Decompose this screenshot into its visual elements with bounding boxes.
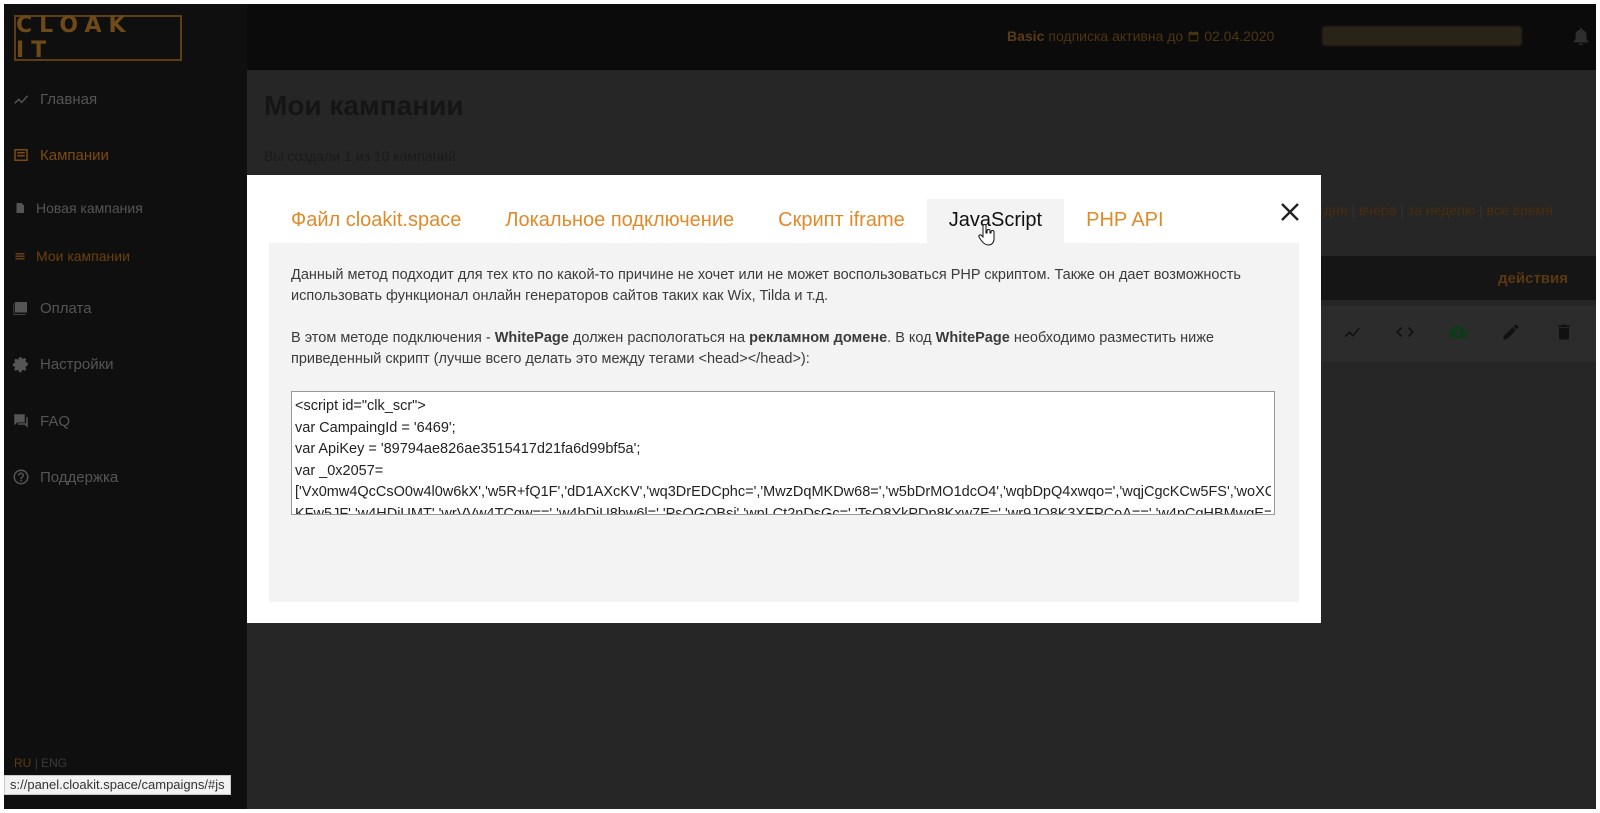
top-bar: Basic подписка активна до 02.04.2020 (247, 4, 1596, 70)
sidebar-item-label: FAQ (40, 412, 71, 430)
tab-iframe-script[interactable]: Скрипт iframe (756, 199, 927, 243)
tab-php-api[interactable]: PHP API (1064, 199, 1185, 243)
subscription-text: подписка активна до (1048, 28, 1184, 44)
subscription-status: Basic подписка активна до 02.04.2020 (1007, 28, 1274, 44)
text-bold: WhitePage (494, 330, 569, 346)
user-menu[interactable] (1322, 26, 1522, 46)
sidebar-item-home[interactable]: Главная (12, 90, 97, 108)
sidebar-item-settings[interactable]: Настройки (12, 355, 114, 373)
status-bar-url: s://panel.cloakit.space/campaigns/#js (4, 775, 231, 795)
lang-ru[interactable]: RU (14, 756, 31, 770)
sidebar-item-payment[interactable]: Оплата (12, 299, 92, 317)
integration-modal: Файл cloakit.space Локальное подключение… (247, 175, 1321, 623)
file-icon (16, 203, 24, 213)
cloud-upload-icon[interactable] (1448, 322, 1468, 347)
code-line: var CampaingId = '6469'; (295, 419, 456, 436)
delete-icon[interactable] (1554, 322, 1574, 347)
stats-icon[interactable] (1342, 322, 1362, 347)
modal-tabs: Файл cloakit.space Локальное подключение… (269, 199, 1186, 243)
separator: | (1479, 202, 1487, 218)
sidebar-item-label: Поддержка (40, 468, 119, 486)
range-week[interactable]: за неделю (1408, 202, 1475, 218)
sidebar-item-new-campaign[interactable]: Новая кампания (14, 200, 143, 216)
chat-icon (14, 414, 28, 428)
payment-icon (13, 302, 27, 315)
app-window: CLOAK IT Главная Кампании Новая кампания… (4, 4, 1596, 809)
sidebar-item-label: Настройки (40, 355, 114, 373)
code-line: var ApiKey = '89794ae826ae3515417d21fa6d… (295, 441, 641, 457)
calendar-icon (1188, 30, 1199, 41)
sidebar-item-label: Кампании (40, 146, 109, 164)
chart-line-icon (14, 95, 29, 104)
text-segment: В этом методе подключения - (291, 330, 495, 346)
tab-cloakit-file[interactable]: Файл cloakit.space (269, 199, 483, 243)
close-button[interactable] (1277, 199, 1303, 225)
text-bold: WhitePage (935, 330, 1010, 346)
plan-name: Basic (1007, 28, 1045, 44)
logo[interactable]: CLOAK IT (14, 13, 182, 63)
range-today[interactable]: дня (1324, 202, 1347, 218)
code-line: var _0x2057= (295, 462, 384, 479)
instructions-text: В этом методе подключения - WhitePage до… (291, 328, 1277, 370)
campaign-row-actions (1320, 306, 1596, 362)
tab-local-connection[interactable]: Локальное подключение (483, 199, 756, 243)
script-code-textarea[interactable]: <script id="clk_scr"> var CampaingId = '… (291, 391, 1275, 515)
sidebar-item-campaigns[interactable]: Кампании (12, 146, 109, 164)
close-icon (1281, 203, 1299, 221)
code-icon[interactable] (1395, 322, 1415, 347)
page-subtitle: Вы создали 1 из 10 кампаний (264, 148, 456, 164)
sidebar-item-label: Новая кампания (36, 200, 143, 216)
sidebar-item-support[interactable]: Поддержка (12, 468, 118, 486)
sidebar-item-faq[interactable]: FAQ (12, 412, 70, 430)
separator: | (1400, 202, 1408, 218)
page-title: Мои кампании (264, 90, 464, 121)
code-line: KFw5JF','w4HDjUMT','wrVVw4TCgw==','w4bDj… (295, 505, 1271, 515)
text-segment: . В код (887, 330, 936, 346)
lang-eng[interactable]: ENG (41, 756, 67, 770)
table-header: действия (1320, 256, 1596, 300)
text-bold: рекламном домене (749, 330, 888, 346)
range-yesterday[interactable]: вчера (1359, 202, 1396, 218)
date-range-links: дня | вчера | за неделю | все время (1324, 202, 1553, 218)
tab-content-javascript: Данный метод подходит для тех кто по как… (269, 243, 1299, 602)
sidebar-item-label: Главная (40, 90, 98, 108)
list-icon (14, 149, 28, 161)
range-all[interactable]: все время (1487, 202, 1553, 218)
separator: | (1351, 202, 1359, 218)
sidebar-item-label: Мои кампании (36, 248, 130, 264)
sidebar-item-my-campaigns[interactable]: Мои кампании (14, 248, 130, 264)
method-description: Данный метод подходит для тех кто по как… (291, 267, 1241, 304)
hand-cursor-icon (978, 224, 996, 246)
sidebar-item-label: Оплата (40, 299, 92, 317)
actions-column-header: действия (1498, 269, 1568, 287)
subscription-date: 02.04.2020 (1204, 28, 1275, 44)
code-line: <script id="clk_scr"> (295, 398, 426, 414)
code-line: ['Vx0mw4QcCsO0w4l0w6kX','w5R+fQ1F','dD1A… (295, 484, 1271, 500)
menu-icon (15, 253, 25, 260)
language-switcher[interactable]: RU | ENG (14, 756, 67, 770)
help-icon (13, 469, 29, 485)
sidebar: CLOAK IT Главная Кампании Новая кампания… (4, 4, 247, 809)
bell-icon[interactable] (1570, 24, 1592, 48)
text-segment: должен распологаться на (568, 330, 750, 346)
gear-icon (12, 357, 28, 373)
edit-icon[interactable] (1501, 322, 1521, 347)
